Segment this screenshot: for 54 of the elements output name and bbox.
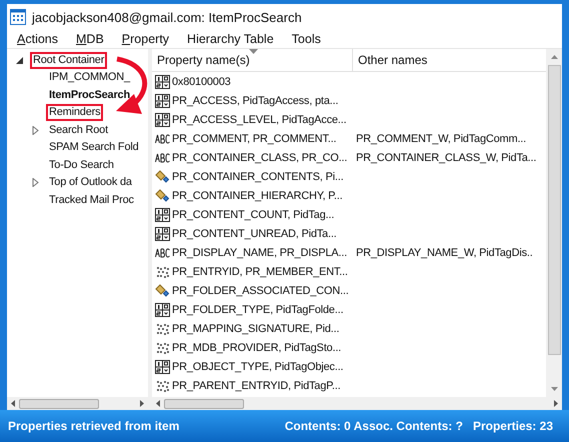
- menu-item[interactable]: Tools: [292, 32, 321, 46]
- column-header[interactable]: Other names: [353, 49, 546, 71]
- tree-item[interactable]: SPAM Search Fold: [46, 139, 142, 156]
- property-name: 0x80100003: [172, 76, 231, 88]
- properties-count: Properties: 23: [472, 419, 553, 433]
- property-name: PR_PARENT_ENTRYID, PidTagP...: [172, 380, 340, 392]
- other-names: PR_DISPLAY_NAME_W, PidTagDis..: [356, 246, 533, 258]
- property-name: PR_FOLDER_TYPE, PidTagFolde...: [172, 304, 344, 316]
- property-name: PR_OBJECT_TYPE, PidTagObjec...: [172, 360, 344, 372]
- property-name: PR_COMMENT, PR_COMMENT...: [172, 132, 336, 144]
- tree-item[interactable]: Root Container: [30, 52, 108, 68]
- menu-item[interactable]: Property: [122, 32, 170, 46]
- scroll-down-icon[interactable]: [550, 387, 558, 391]
- tree-item[interactable]: Top of Outlook da: [46, 174, 135, 192]
- window-title: jacobjackson408@gmail.com: ItemProcSearch: [32, 10, 302, 24]
- property-name: PR_CONTAINER_CLASS, PR_CO...: [172, 152, 348, 164]
- property-name: PR_ACCESS_LEVEL, PidTagAcce...: [172, 114, 346, 126]
- sort-arrow-icon: [249, 49, 258, 54]
- property-name: PR_CONTENT_COUNT, PidTag...: [172, 208, 334, 220]
- contents-count: Contents: 0 Assoc. Contents: ?: [284, 419, 463, 433]
- tree-item[interactable]: Tracked Mail Proc: [46, 192, 137, 209]
- horizontal-scrollbar[interactable]: [152, 397, 562, 410]
- column-header[interactable]: Property name(s): [152, 49, 353, 71]
- tree-item[interactable]: To-Do Search: [46, 156, 117, 174]
- scroll-right-icon[interactable]: [554, 400, 558, 407]
- property-name: PR_MDB_PROVIDER, PidTagSto...: [172, 342, 342, 354]
- menu-item[interactable]: Hierarchy Table: [187, 32, 274, 46]
- menu-item[interactable]: MDB: [76, 32, 104, 46]
- tree-item[interactable]: Search Root: [46, 122, 111, 139]
- property-name: PR_FOLDER_ASSOCIATED_CON...: [172, 284, 349, 296]
- menu-item[interactable]: Actions: [17, 32, 58, 46]
- scroll-left-icon[interactable]: [156, 400, 160, 407]
- property-name: PR_CONTAINER_CONTENTS, Pi...: [172, 170, 344, 182]
- status-message: Properties retrieved from item: [8, 419, 180, 433]
- app-icon: [10, 9, 26, 25]
- property-name: PR_CONTAINER_HIERARCHY, P...: [172, 190, 342, 202]
- scroll-up-icon[interactable]: [550, 55, 558, 59]
- property-name: PR_MAPPING_SIGNATURE, Pid...: [172, 322, 340, 334]
- other-names: PR_CONTAINER_CLASS_W, PidTa...: [356, 152, 536, 164]
- collapsed-arrow-icon[interactable]: [31, 126, 40, 135]
- tree-item[interactable]: ItemProcSearch: [46, 86, 133, 104]
- vertical-scrollbar[interactable]: [546, 49, 562, 397]
- property-name: PR_ENTRYID, PR_MEMBER_ENT...: [172, 266, 348, 278]
- scroll-left-icon[interactable]: [11, 400, 15, 407]
- property-name: PR_CONTENT_UNREAD, PidTa...: [172, 228, 337, 240]
- property-name: PR_DISPLAY_NAME, PR_DISPLA...: [172, 246, 347, 258]
- other-names: PR_COMMENT_W, PidTagComm...: [356, 132, 526, 144]
- tree-item[interactable]: Reminders: [46, 104, 104, 122]
- scroll-right-icon[interactable]: [140, 400, 144, 407]
- horizontal-scrollbar[interactable]: [7, 397, 148, 410]
- collapsed-arrow-icon[interactable]: [31, 178, 40, 188]
- expanded-arrow-icon[interactable]: [15, 56, 24, 64]
- tree-item[interactable]: IPM_COMMON_: [46, 69, 133, 86]
- property-name: PR_ACCESS, PidTagAccess, pta...: [172, 94, 338, 106]
